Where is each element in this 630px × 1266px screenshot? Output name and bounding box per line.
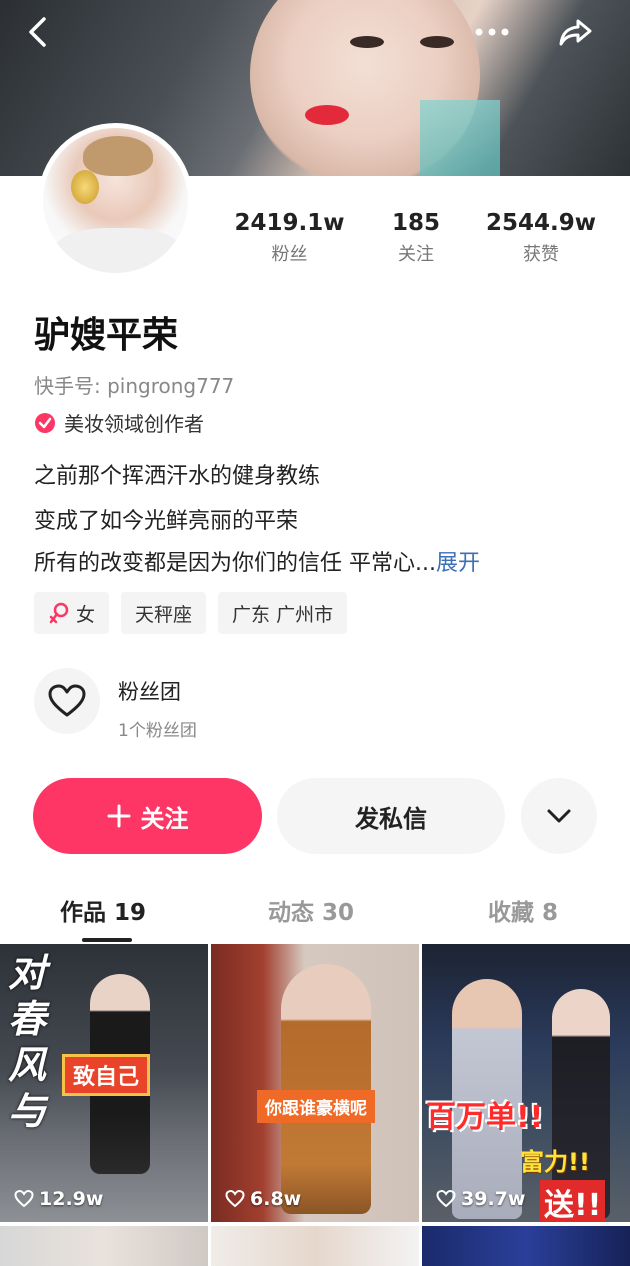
tag-constellation: 天秤座 — [121, 592, 207, 634]
creator-badge-label: 美妆领域创作者 — [64, 412, 204, 436]
female-icon — [49, 602, 69, 624]
stat-following[interactable]: 185 关注 — [378, 210, 454, 266]
share-icon — [559, 19, 592, 46]
verified-check-icon — [35, 412, 55, 433]
video-likes: 12.9w — [14, 1188, 103, 1210]
fan-club-entry[interactable]: 粉丝团 1个粉丝团 — [34, 658, 630, 741]
stat-label: 关注 — [398, 244, 434, 265]
bio-line: 所有的改变都是因为你们的信任 平常心... — [34, 551, 436, 576]
stat-label: 粉丝 — [271, 244, 308, 265]
video-caption-2: 富力!! — [520, 1148, 590, 1176]
tag-gender: 女 — [34, 592, 110, 634]
message-button[interactable]: 发私信 — [277, 778, 505, 854]
bio-line-last: 所有的改变都是因为你们的信任 平常心...展开 — [34, 545, 480, 577]
plus-icon — [107, 804, 130, 828]
tag-label: 天秤座 — [135, 603, 193, 626]
creator-badge[interactable]: 美妆领域创作者 — [34, 408, 204, 437]
video-likes-count: 39.7w — [461, 1188, 526, 1210]
video-thumbnail[interactable] — [0, 1226, 208, 1266]
heart-icon — [436, 1190, 456, 1208]
video-thumbnail[interactable]: 百万单!! 富力!! 送!! 39.7w — [422, 944, 630, 1222]
tag-label: 女 — [76, 603, 96, 626]
more-dots-icon — [475, 28, 509, 36]
tag-location: 广东 广州市 — [218, 592, 348, 634]
back-button[interactable] — [18, 12, 58, 52]
bio-expand-link[interactable]: 展开 — [436, 551, 480, 576]
video-likes-count: 6.8w — [250, 1188, 302, 1210]
stat-value: 2544.9w — [485, 210, 596, 236]
video-likes: 39.7w — [436, 1188, 525, 1210]
profile-tags: 女 天秤座 广东 广州市 — [34, 592, 348, 634]
video-caption-3: 送!! — [540, 1180, 606, 1222]
tab-indicator — [82, 938, 132, 942]
profile-name: 驴嫂平荣 — [34, 315, 179, 356]
recommend-dropdown-button[interactable] — [521, 778, 597, 854]
follow-label: 关注 — [140, 804, 189, 833]
video-thumbnail[interactable] — [422, 1226, 630, 1266]
video-thumbnail[interactable]: 你跟谁豪横呢 6.8w — [211, 944, 419, 1222]
video-caption: 你跟谁豪横呢 — [257, 1090, 375, 1123]
share-button[interactable] — [556, 12, 596, 52]
video-thumbnail[interactable] — [211, 1226, 419, 1266]
follow-button[interactable]: 关注 — [33, 778, 262, 854]
video-thumbnail[interactable]: 对春风与 致自己 12.9w — [0, 944, 208, 1222]
heart-icon — [14, 1190, 34, 1208]
tag-label: 广东 广州市 — [232, 603, 334, 626]
more-button[interactable] — [472, 12, 512, 52]
stat-fans[interactable]: 2419.1w 粉丝 — [232, 210, 347, 266]
tab-works[interactable]: 作品 19 — [60, 893, 146, 927]
chevron-left-icon — [29, 17, 46, 47]
stat-label: 获赞 — [523, 244, 559, 265]
avatar[interactable] — [38, 123, 193, 278]
stat-value: 2419.1w — [234, 210, 345, 236]
heart-outline-icon — [48, 684, 86, 717]
video-overlay-text: 对春风与 — [8, 951, 47, 1133]
video-caption: 百万单!! — [426, 1100, 544, 1135]
tab-moments[interactable]: 动态 30 — [268, 893, 354, 927]
video-likes: 6.8w — [225, 1188, 301, 1210]
kuaishou-id[interactable]: 快手号: pingrong777 — [34, 370, 234, 399]
tab-favorites[interactable]: 收藏 8 — [488, 893, 558, 927]
stat-value: 185 — [391, 210, 440, 236]
heart-icon — [225, 1190, 245, 1208]
bio-line: 之前那个挥洒汗水的健身教练 — [34, 464, 321, 489]
fan-club-icon-wrap — [34, 668, 100, 734]
bio-line: 变成了如今光鲜亮丽的平荣 — [34, 509, 299, 534]
video-likes-count: 12.9w — [39, 1188, 104, 1210]
video-caption: 致自己 — [62, 1054, 151, 1096]
fan-club-subtitle: 1个粉丝团 — [118, 721, 197, 741]
stat-likes[interactable]: 2544.9w 获赞 — [482, 210, 600, 266]
fan-club-title: 粉丝团 — [118, 680, 181, 704]
chevron-down-icon — [547, 809, 571, 823]
message-label: 发私信 — [355, 804, 427, 833]
